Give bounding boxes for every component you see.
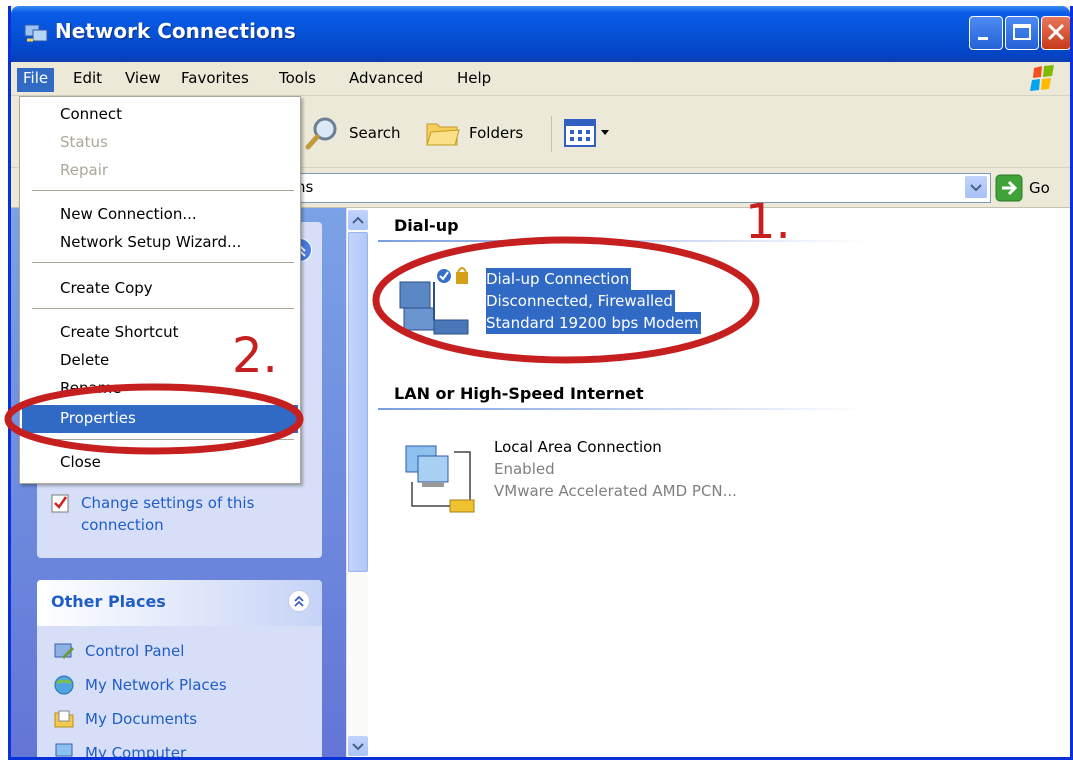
annotation-step-2: 2. [232, 328, 278, 384]
annotation-step-1: 1. [745, 194, 791, 250]
annotation-circle-dialup [372, 236, 760, 364]
annotation-overlay [4, 236, 760, 455]
annotation-circle-properties [4, 383, 304, 455]
